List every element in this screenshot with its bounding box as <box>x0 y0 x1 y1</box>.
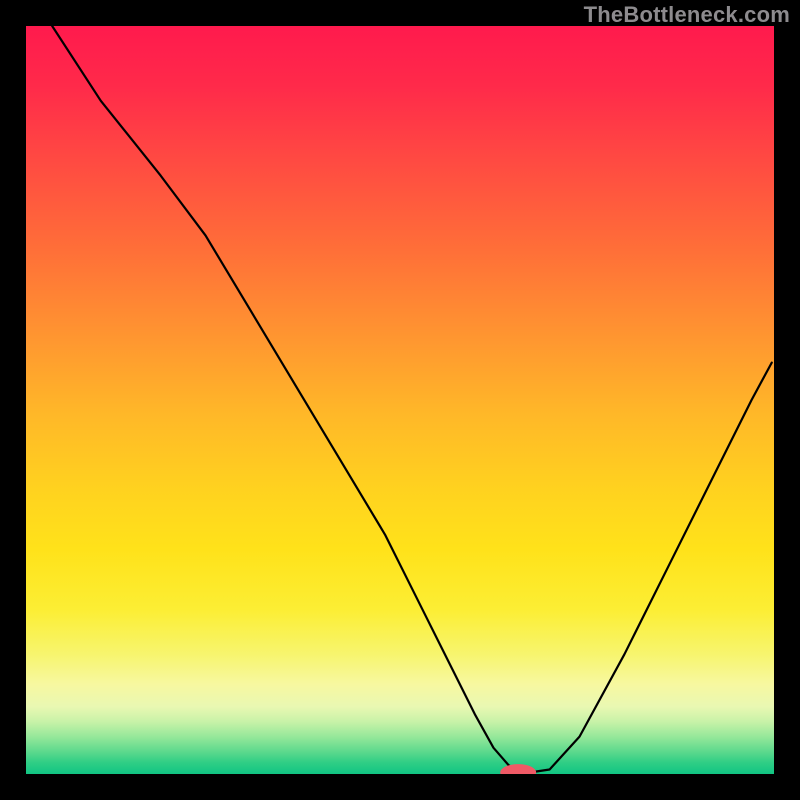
watermark-text: TheBottleneck.com <box>584 2 790 28</box>
optimal-point-marker <box>500 764 536 774</box>
bottleneck-curve-path <box>52 26 772 773</box>
chart-frame: TheBottleneck.com <box>0 0 800 800</box>
chart-plot-area <box>26 26 774 774</box>
chart-svg <box>26 26 774 774</box>
